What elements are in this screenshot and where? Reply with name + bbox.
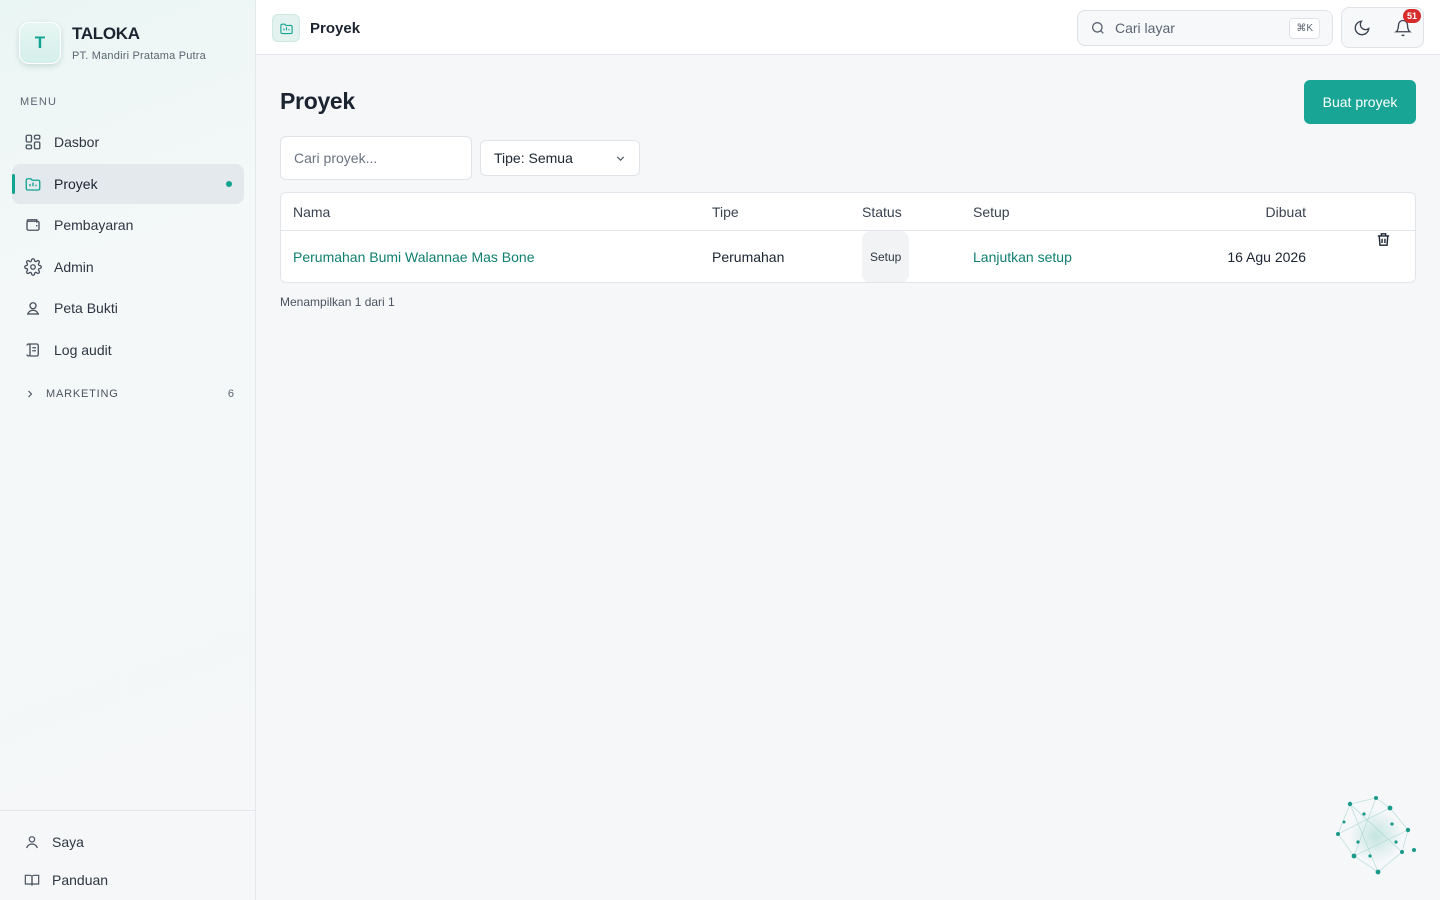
sidebar-item-admin[interactable]: Admin: [12, 247, 244, 287]
column-header-setup[interactable]: Setup: [973, 193, 1010, 231]
scroll-icon: [24, 341, 42, 359]
sidebar-group-label: MARKETING: [46, 388, 119, 400]
search-shortcut-hint: ⌘K: [1289, 18, 1320, 39]
map-pin-person-icon: [24, 299, 42, 317]
sidebar-item-log-audit[interactable]: Log audit: [12, 330, 244, 370]
project-type: Perumahan: [712, 249, 785, 265]
trash-icon: [1375, 231, 1392, 248]
delete-project-button[interactable]: [1375, 231, 1392, 248]
project-name-link[interactable]: Perumahan Bumi Walannae Mas Bone: [293, 231, 535, 282]
created-date: 16 Agu 2026: [1227, 249, 1306, 265]
create-project-button[interactable]: Buat proyek: [1304, 80, 1416, 124]
sidebar: T TALOKA PT. Mandiri Pratama Putra MENU …: [0, 0, 256, 900]
book-open-icon: [24, 872, 40, 888]
column-header-tipe[interactable]: Tipe: [712, 193, 739, 231]
sidebar-item-panduan[interactable]: Panduan: [0, 861, 256, 899]
sidebar-nav: Dasbor Proyek Pembayaran Admin Peta Bukt…: [12, 122, 244, 371]
search-icon: [1090, 20, 1106, 36]
sidebar-item-pembayaran[interactable]: Pembayaran: [12, 205, 244, 245]
menu-label: MENU: [20, 96, 58, 108]
wallet-icon: [24, 216, 42, 234]
notifications-button[interactable]: 51: [1383, 8, 1424, 47]
project-search-input[interactable]: [280, 136, 472, 180]
continue-setup-link[interactable]: Lanjutkan setup: [973, 231, 1072, 282]
sidebar-item-label: Proyek: [54, 175, 98, 192]
grid-icon: [24, 133, 42, 151]
table-row[interactable]: Perumahan Bumi Walannae Mas Bone Perumah…: [281, 231, 1415, 282]
sidebar-footer: Saya Panduan: [0, 810, 256, 899]
type-filter-value: Tipe: Semua: [494, 150, 573, 166]
brand[interactable]: T TALOKA PT. Mandiri Pratama Putra: [19, 22, 206, 64]
folder-chart-icon: [272, 14, 300, 42]
topbar: Proyek Cari layar ⌘K 51: [256, 0, 1440, 55]
page-title: Proyek: [280, 88, 355, 114]
notification-count-badge: 51: [1403, 9, 1421, 23]
sidebar-item-label: Saya: [52, 834, 84, 850]
gear-icon: [24, 257, 42, 276]
network-decoration-icon: [1336, 796, 1416, 875]
theme-toggle-button[interactable]: [1342, 8, 1383, 47]
brand-text: TALOKA PT. Mandiri Pratama Putra: [72, 24, 206, 62]
sidebar-item-label: Pembayaran: [54, 217, 134, 233]
pagination-summary: Menampilkan 1 dari 1: [280, 295, 395, 309]
moon-icon: [1353, 19, 1371, 37]
status-badge: Setup: [862, 231, 910, 282]
folder-chart-icon: [24, 175, 42, 193]
breadcrumb-title: Proyek: [310, 19, 361, 37]
column-header-status[interactable]: Status: [862, 193, 902, 231]
sidebar-item-label: Dasbor: [54, 134, 100, 150]
brand-name: TALOKA: [72, 24, 140, 43]
chevron-down-icon: [614, 152, 627, 165]
sidebar-item-label: Log audit: [54, 341, 112, 358]
sidebar-item-label: Panduan: [52, 872, 109, 888]
projects-table: Nama Tipe Status Setup Dibuat Perumahan …: [280, 192, 1416, 283]
topbar-actions: 51: [1341, 7, 1424, 48]
column-header-dibuat[interactable]: Dibuat: [1266, 193, 1306, 231]
column-header-nama[interactable]: Nama: [293, 193, 330, 231]
type-filter-select[interactable]: Tipe: Semua: [480, 140, 640, 176]
sidebar-item-label: Admin: [54, 258, 94, 275]
chevron-right-icon: [24, 388, 36, 400]
sidebar-group-count: 6: [227, 388, 234, 400]
brand-logo: T: [19, 22, 61, 64]
global-search-placeholder: Cari layar: [1115, 20, 1175, 36]
user-icon: [24, 834, 40, 850]
sidebar-item-dasbor[interactable]: Dasbor: [12, 122, 244, 162]
company-name: PT. Mandiri Pratama Putra: [72, 50, 206, 62]
breadcrumb: Proyek: [272, 14, 360, 42]
sidebar-item-proyek[interactable]: Proyek: [12, 163, 244, 204]
global-search[interactable]: Cari layar ⌘K: [1077, 10, 1333, 46]
active-indicator-dot: [226, 180, 232, 187]
sidebar-item-saya[interactable]: Saya: [0, 823, 256, 861]
table-header: Nama Tipe Status Setup Dibuat: [281, 193, 1415, 231]
sidebar-item-peta-bukti[interactable]: Peta Bukti: [12, 288, 244, 328]
sidebar-item-label: Peta Bukti: [54, 300, 118, 316]
sidebar-group-marketing[interactable]: MARKETING 6: [24, 386, 234, 402]
